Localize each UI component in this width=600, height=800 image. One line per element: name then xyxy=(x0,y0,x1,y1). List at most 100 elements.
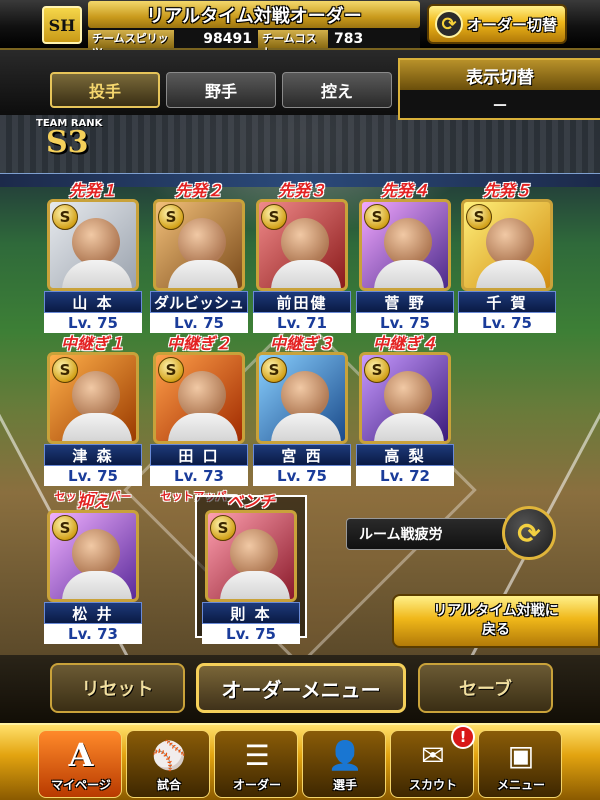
starter-slot-1[interactable]: 先発１ S 山 本 Lv. 75 xyxy=(44,177,142,333)
rank-s-icon: S xyxy=(52,204,78,230)
player-name: ダルビッシュ xyxy=(150,291,248,313)
team-stats: チームスピリッツ 98491 チームコスト 783 xyxy=(88,30,420,59)
nav-players[interactable]: 👤 選手 xyxy=(302,730,386,798)
baseball-field-icon: ⚾ xyxy=(151,738,187,772)
player-card[interactable]: S xyxy=(359,199,451,291)
reliever-slot-2[interactable]: 中継ぎ２ S 田 口 Lv. 73 セットアッパー xyxy=(150,330,248,504)
player-name: 津 森 xyxy=(44,444,142,466)
header: SH リアルタイム対戦オーダー チームスピリッツ 98491 チームコスト 78… xyxy=(0,0,600,59)
player-portrait xyxy=(384,218,432,266)
refresh-fatigue-button[interactable]: ⟳ xyxy=(502,506,556,560)
reset-button[interactable]: リセット xyxy=(50,663,185,713)
nav-label: メニュー xyxy=(496,778,545,792)
player-name: 田 口 xyxy=(150,444,248,466)
reliever-slot-3[interactable]: 中継ぎ３ S 宮 西 Lv. 75 xyxy=(253,330,351,486)
tab-pitcher[interactable]: 投手 xyxy=(50,72,160,108)
player-name: 則 本 xyxy=(202,602,300,624)
player-card[interactable]: S xyxy=(205,510,297,602)
action-bar: リセット オーダーメニュー セーブ xyxy=(0,655,600,723)
bottom-nav: A マイページ ⚾ 試合 ☰ オーダー 👤 選手 ✉ スカウト ! ▣ メニュー xyxy=(0,723,600,800)
nav-scout[interactable]: ✉ スカウト ! xyxy=(390,725,475,798)
starter-slot-4[interactable]: 先発４ S 菅 野 Lv. 75 xyxy=(356,177,454,333)
rank-s-icon: S xyxy=(52,357,78,383)
nav-label: オーダー xyxy=(232,778,281,792)
starter-slot-2[interactable]: 先発２ S ダルビッシュ Lv. 75 xyxy=(150,177,248,333)
back-to-realtime-button[interactable]: リアルタイム対戦に 戻る xyxy=(392,594,600,648)
player-portrait xyxy=(281,371,329,419)
room-fatigue-label: ルーム戦疲労 xyxy=(346,518,506,550)
player-portrait xyxy=(281,218,329,266)
slot-role: 先発２ xyxy=(174,181,223,200)
order-menu-button[interactable]: オーダーメニュー xyxy=(196,663,406,713)
nav-match[interactable]: ⚾ 試合 xyxy=(126,730,210,798)
rank-s-icon: S xyxy=(210,515,236,541)
player-uniform xyxy=(168,260,238,288)
player-card[interactable]: S xyxy=(256,352,348,444)
tab-reserve[interactable]: 控え xyxy=(282,72,392,108)
player-portrait xyxy=(72,218,120,266)
player-uniform xyxy=(62,571,132,599)
mypage-icon: A xyxy=(68,736,94,774)
team-cost-value: 783 xyxy=(328,30,420,48)
save-button[interactable]: セーブ xyxy=(418,663,553,713)
back-button-line2: 戻る xyxy=(482,622,510,638)
reliever-slot-1[interactable]: 中継ぎ１ S 津 森 Lv. 75 セットアッパー xyxy=(44,330,142,504)
player-card[interactable]: S xyxy=(461,199,553,291)
player-card[interactable]: S xyxy=(153,199,245,291)
team-logo-text: SH xyxy=(48,15,76,35)
player-name: 千 賀 xyxy=(458,291,556,313)
slot-role: 中継ぎ３ xyxy=(269,334,334,353)
view-toggle[interactable]: 表示切替 － xyxy=(398,58,600,120)
player-name: 高 梨 xyxy=(356,444,454,466)
rank-s-icon: S xyxy=(158,204,184,230)
nav-mypage[interactable]: A マイページ xyxy=(38,730,122,798)
slot-role: ベンチ xyxy=(226,492,275,511)
player-card[interactable]: S xyxy=(47,510,139,602)
order-switch-label: オーダー切替 xyxy=(467,15,558,34)
rank-s-icon: S xyxy=(261,204,287,230)
team-logo: SH xyxy=(42,6,82,44)
tab-fielder[interactable]: 野手 xyxy=(166,72,276,108)
player-card[interactable]: S xyxy=(47,352,139,444)
player-level: Lv. 75 xyxy=(202,624,300,644)
player-name: 宮 西 xyxy=(253,444,351,466)
slot-role: 先発４ xyxy=(380,181,429,200)
refresh-icon: ⟳ xyxy=(517,516,541,550)
rank-s-icon: S xyxy=(52,515,78,541)
nav-label: 試合 xyxy=(156,778,181,792)
player-portrait xyxy=(72,371,120,419)
rank-s-icon: S xyxy=(364,204,390,230)
view-toggle-value: － xyxy=(491,96,508,115)
player-uniform xyxy=(271,413,341,441)
team-rank-value: S3 xyxy=(46,125,89,160)
nav-menu[interactable]: ▣ メニュー xyxy=(478,730,562,798)
rank-s-icon: S xyxy=(364,357,390,383)
bench-slot[interactable]: ベンチ S 則 本 Lv. 75 xyxy=(202,488,300,644)
player-card[interactable]: S xyxy=(359,352,451,444)
swap-icon: ⟳ xyxy=(435,10,463,38)
title-bar: リアルタイム対戦オーダー xyxy=(88,1,420,28)
reliever-slot-4[interactable]: 中継ぎ４ S 高 梨 Lv. 72 xyxy=(356,330,454,486)
player-uniform xyxy=(62,413,132,441)
nav-order[interactable]: ☰ オーダー xyxy=(214,730,298,798)
player-uniform xyxy=(168,413,238,441)
player-portrait xyxy=(178,371,226,419)
player-uniform xyxy=(374,413,444,441)
player-uniform xyxy=(476,260,546,288)
slot-role: 先発５ xyxy=(482,181,531,200)
nav-label: 選手 xyxy=(332,778,357,792)
starter-slot-3[interactable]: 先発３ S 前田健 Lv. 71 xyxy=(253,177,351,333)
player-card[interactable]: S xyxy=(256,199,348,291)
slot-role: 中継ぎ２ xyxy=(166,334,231,353)
player-card[interactable]: S xyxy=(153,352,245,444)
slot-role: 先発１ xyxy=(68,181,117,200)
closer-slot[interactable]: 抑え S 松 井 Lv. 73 xyxy=(44,488,142,644)
order-switch-button[interactable]: ⟳ オーダー切替 xyxy=(427,4,567,44)
player-card[interactable]: S xyxy=(47,199,139,291)
player-name: 前田健 xyxy=(253,291,351,313)
player-portrait xyxy=(384,371,432,419)
starter-slot-5[interactable]: 先発５ S 千 賀 Lv. 75 xyxy=(458,177,556,333)
notification-badge: ! xyxy=(451,725,475,749)
player-portrait xyxy=(486,218,534,266)
rank-s-icon: S xyxy=(158,357,184,383)
